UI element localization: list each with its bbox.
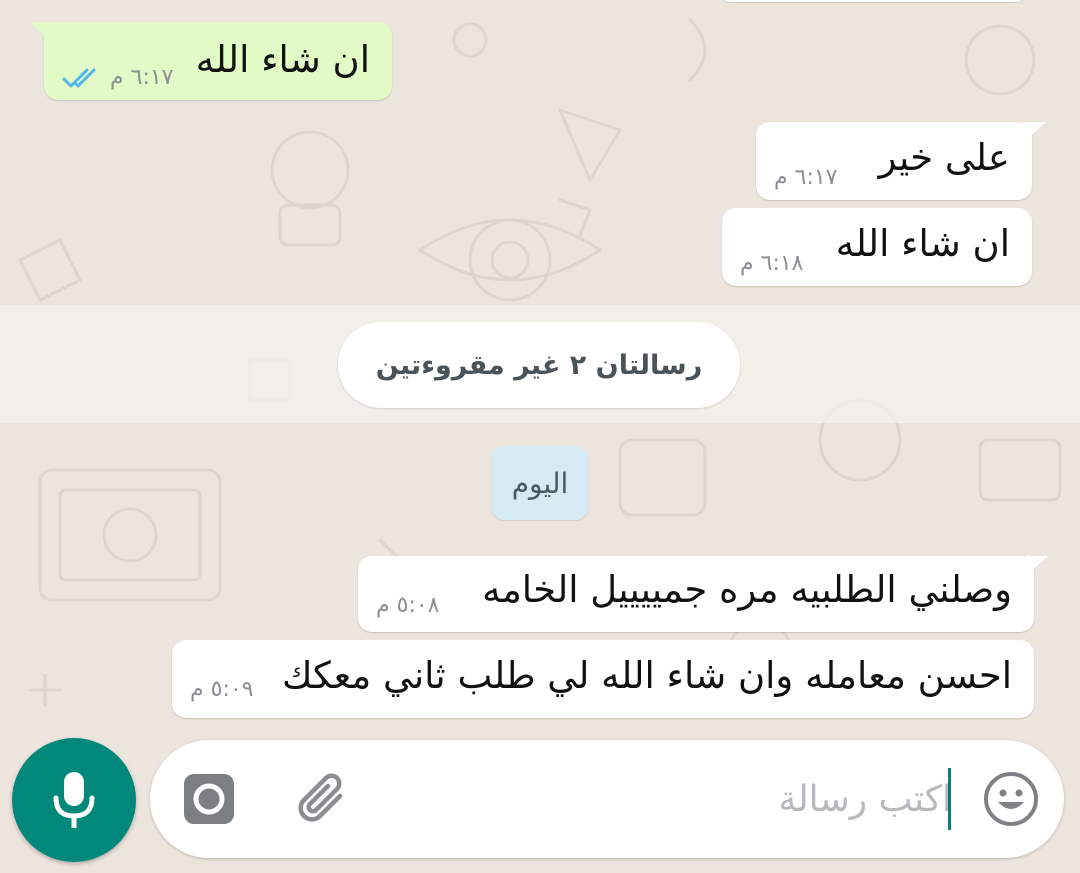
message-meta: ٦:١٧ م (62, 65, 174, 90)
message-meta: ٥:٠٨ م (376, 593, 440, 618)
message-text: ان شاء الله (835, 222, 1010, 265)
microphone-icon (53, 772, 95, 828)
emoji-icon[interactable] (982, 770, 1040, 828)
message-text: على خير (878, 136, 1010, 179)
message-meta: ٥:٠٩ م (190, 677, 254, 702)
camera-icon[interactable] (182, 772, 236, 826)
message-bubble-incoming[interactable]: على خير ٦:١٧ م (756, 122, 1046, 200)
message-bubble-incoming[interactable]: ان شاء الله ٦:١٨ م (722, 208, 1032, 286)
read-double-check-icon (62, 68, 96, 87)
bubble-tail (30, 22, 52, 42)
message-time: ٥:٠٩ م (190, 677, 254, 702)
message-bubble-incoming[interactable]: احسن معامله وان شاء الله لي طلب ثاني معك… (172, 640, 1034, 718)
text-cursor (948, 768, 951, 830)
message-bubble-outgoing[interactable]: ان شاء الله ٦:١٧ م (30, 22, 392, 100)
message-time: ٥:٠٨ م (376, 593, 440, 618)
date-separator: اليوم (492, 446, 588, 520)
unread-messages-indicator: رسالتان ٢ غير مقروءتين (338, 322, 740, 408)
bubble-tail (1026, 556, 1048, 576)
message-text: ان شاء الله (195, 38, 370, 81)
message-meta: ٦:١٧ م (774, 165, 838, 190)
message-text: احسن معامله وان شاء الله لي طلب ثاني معك… (281, 654, 1012, 697)
paperclip-icon[interactable] (296, 770, 354, 828)
message-input[interactable] (380, 766, 952, 832)
message-meta: ٦:١٨ م (740, 251, 804, 276)
message-composer (150, 740, 1064, 858)
message-text: وصلني الطلبيه مره جمييييل الخامه (482, 568, 1012, 611)
bubble-tail (1024, 122, 1046, 142)
message-time: ٦:١٧ م (110, 65, 174, 90)
voice-record-button[interactable] (12, 738, 136, 862)
previous-message-bubble (720, 0, 1026, 2)
message-time: ٦:١٨ م (740, 251, 804, 276)
message-bubble-incoming[interactable]: وصلني الطلبيه مره جمييييل الخامه ٥:٠٨ م (358, 556, 1048, 632)
message-time: ٦:١٧ م (774, 165, 838, 190)
